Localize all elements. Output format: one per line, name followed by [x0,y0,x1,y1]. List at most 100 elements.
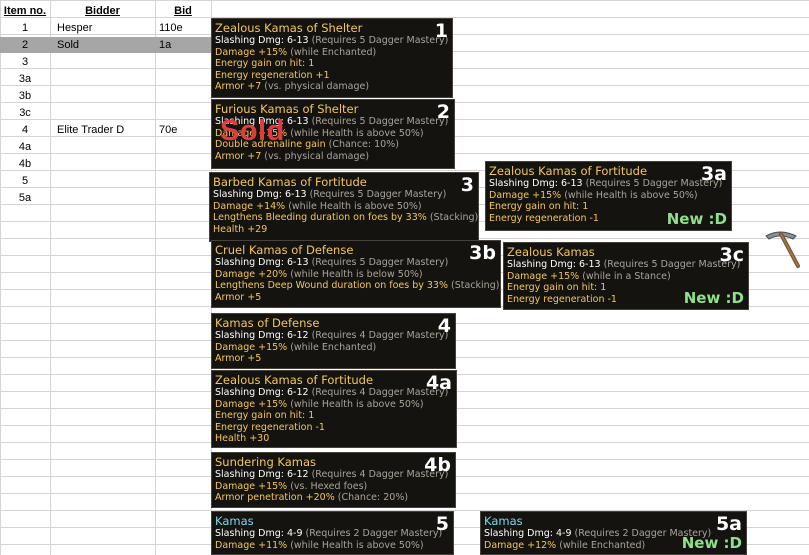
item-stat-line: Health +30 [215,433,453,445]
stat-value: Energy gain on hit: 1 [215,58,315,70]
stat-condition: (Stacking) [429,212,479,224]
item-name: Barbed Kamas of Fortitude [213,175,367,189]
item-stat-line: Energy regeneration -1 [215,422,453,434]
item-number-label: 4 [437,315,451,337]
stat-value: Slashing Dmg: 6-12 [215,469,312,480]
new-label: New :D [666,210,727,228]
stat-value: Armor penetration +20% [215,492,338,504]
stat-condition: (Stacking) [451,280,500,292]
stat-condition: (Chance: 20%) [337,492,409,504]
stat-value: Slashing Dmg: 6-13 [507,259,604,270]
item-name: Cruel Kamas of Defense [215,243,354,257]
cell-item-no[interactable]: 2 [0,37,50,54]
stat-condition: (Requires 5 Dagger Mastery) [309,189,447,200]
item-number-label: 2 [436,101,450,123]
item-name: Furious Kamas of Shelter [215,102,359,116]
item-name: Zealous Kamas of Fortitude [215,373,374,387]
item-stat-line: Armor penetration +20% (Chance: 20%) [215,492,452,504]
item-stat-line: Slashing Dmg: 6-13 (Requires 5 Dagger Ma… [489,178,728,190]
item-stat-line: Slashing Dmg: 6-13 (Requires 5 Dagger Ma… [215,257,497,269]
cell-bidder[interactable]: Hesper [57,20,92,37]
item-stat-line: Damage +14% (while Health is above 50%) [213,201,475,213]
stat-value: Damage +15% [215,46,291,58]
item-tooltip-4a: Zealous Kamas of Fortitude Slashing Dmg: … [211,370,457,448]
item-tooltip-3c: Zealous Kamas Slashing Dmg: 6-13 (Require… [503,242,749,310]
cell-item-no[interactable]: 3b [0,88,50,105]
stat-condition: (Requires 5 Dagger Mastery) [311,116,449,127]
stat-condition: (vs. Hexed foes) [290,480,368,492]
item-tooltip-1: Zealous Kamas of Shelter Slashing Dmg: 6-… [211,18,453,98]
item-number-label: 4a [425,372,452,394]
cell-bidder[interactable]: Elite Trader D [57,122,124,139]
stat-value: Energy regeneration +1 [215,69,330,81]
item-name: Zealous Kamas of Shelter [215,21,363,35]
item-stat-line: Slashing Dmg: 6-12 (Requires 4 Dagger Ma… [215,387,453,399]
cell-item-no[interactable]: 4b [0,156,50,173]
stat-value: Damage +14% [213,200,289,212]
stat-condition: (Requires 2 Dagger Mastery) [305,528,443,539]
stat-value: Damage +15% [215,480,291,492]
item-stat-line: Damage +20% (while Health is below 50%) [215,269,497,281]
item-name: Kamas of Defense [215,316,320,330]
stat-value: Slashing Dmg: 4-9 [215,528,306,539]
stat-value: Energy regeneration -1 [215,421,325,433]
cell-bid[interactable]: 110e [159,20,183,37]
header-item-no[interactable]: Item no. [0,3,50,20]
stat-condition: (Requires 5 Dagger Mastery) [311,257,449,268]
item-tooltip-3b: Cruel Kamas of Defense Slashing Dmg: 6-13… [211,240,501,308]
item-number-label: 3c [719,244,744,266]
cell-item-no[interactable]: 3c [0,105,50,122]
item-tooltip-4b: Sundering Kamas Slashing Dmg: 6-12 (Requi… [211,452,456,508]
item-tooltip-3a: Zealous Kamas of Fortitude Slashing Dmg: … [485,161,732,231]
stat-condition: (Chance: 10%) [328,139,399,151]
new-label: New :D [681,534,742,552]
stat-value: Energy gain on hit: 1 [507,282,607,294]
item-stat-line: Armor +5 [215,292,497,304]
column-divider [155,0,156,555]
item-stat-line: Energy gain on hit: 1 [215,58,449,70]
stat-condition: (while Enchanted) [290,46,377,58]
stat-value: Armor +7 [215,150,265,162]
cell-item-no[interactable]: 1 [0,20,50,37]
item-number-label: 4b [424,454,451,476]
stat-value: Energy regeneration -1 [489,212,599,224]
cell-item-no[interactable]: 5 [0,173,50,190]
item-stat-line: Slashing Dmg: 6-13 (Requires 5 Dagger Ma… [507,259,745,271]
stat-value: Energy gain on hit: 1 [215,410,315,422]
stat-value: Damage +15% [507,270,583,282]
stat-value: Lengthens Bleeding duration on foes by 3… [213,212,430,224]
stat-value: Energy gain on hit: 1 [489,201,589,213]
stat-value: Health +30 [215,433,270,445]
item-number-label: 5a [715,513,742,535]
item-name: Zealous Kamas of Fortitude [489,164,648,178]
item-stat-line: Slashing Dmg: 4-9 (Requires 2 Dagger Mas… [215,528,450,540]
stat-value: Slashing Dmg: 6-13 [215,35,312,46]
stat-condition: (while Health is below 50%) [290,268,423,280]
item-name: Kamas [215,514,254,528]
header-bid[interactable]: Bid [155,3,211,20]
item-stat-line: Lengthens Bleeding duration on foes by 3… [213,212,479,224]
cell-bid[interactable]: 1a [159,37,171,54]
item-stat-line: Damage +15% (while Health is above 50%) [489,190,728,202]
cell-bid[interactable]: 70e [159,122,177,139]
item-stat-line: Slashing Dmg: 6-13 (Requires 5 Dagger Ma… [213,189,475,201]
stat-condition: (while in a Stance) [582,270,671,282]
cell-item-no[interactable]: 4a [0,139,50,156]
item-stat-line: Damage +15% (while in a Stance) [507,271,745,283]
item-stat-line: Damage +15% (while Health is above 50%) [215,399,453,411]
header-bidder[interactable]: Bidder [50,3,155,20]
stat-condition: (while Health is above 50%) [290,398,424,410]
cell-item-no[interactable]: 4 [0,122,50,139]
cell-item-no[interactable]: 3 [0,54,50,71]
item-number-label: 3a [700,163,727,185]
item-stat-line: Slashing Dmg: 6-12 (Requires 4 Dagger Ma… [215,469,452,481]
cell-bidder[interactable]: Sold [57,37,79,54]
item-stat-line: Health +29 [213,224,475,236]
column-divider [50,0,51,555]
item-number-label: 3b [469,242,496,264]
item-stat-line: Slashing Dmg: 6-12 (Requires 4 Dagger Ma… [215,330,452,342]
cell-item-no[interactable]: 3a [0,71,50,88]
stat-condition: (vs. physical damage) [264,81,370,93]
cell-item-no[interactable]: 5a [0,190,50,207]
stat-value: Slashing Dmg: 6-13 [213,189,310,200]
